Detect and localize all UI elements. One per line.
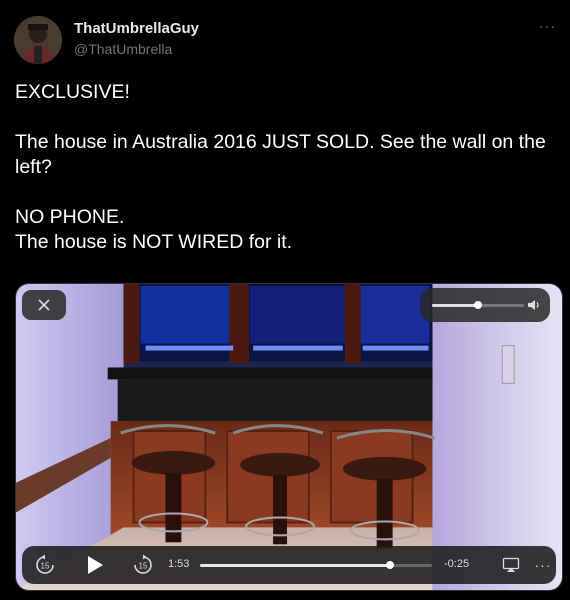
more-options-button[interactable]: ···: [530, 546, 556, 584]
more-icon: ···: [534, 557, 552, 573]
tweet-line: The house in Australia 2016 JUST SOLD. S…: [15, 131, 546, 178]
volume-icon[interactable]: [526, 297, 542, 313]
skip-back-icon: 15: [36, 554, 54, 574]
skip-forward-label: 15: [139, 562, 148, 571]
play-button[interactable]: [80, 546, 110, 584]
video-player[interactable]: 15 15 1:53 -0:25 ···: [15, 283, 563, 591]
elapsed-time: 1:53: [168, 558, 190, 570]
airplay-icon: [502, 557, 520, 572]
skip-back-label: 15: [41, 562, 50, 571]
remaining-time: -0:25: [444, 558, 470, 570]
progress-knob[interactable]: [386, 561, 395, 569]
close-button[interactable]: [22, 290, 66, 320]
progress-bar[interactable]: [200, 561, 432, 569]
close-icon: [38, 299, 50, 311]
user-handle[interactable]: @ThatUmbrella: [74, 41, 199, 57]
progress-fill: [200, 564, 391, 567]
airplay-button[interactable]: [498, 546, 524, 584]
volume-control[interactable]: [420, 288, 550, 322]
volume-fill: [432, 304, 478, 307]
skip-forward-button[interactable]: 15: [128, 546, 158, 584]
volume-knob[interactable]: [474, 301, 482, 309]
more-icon[interactable]: ···: [539, 18, 556, 34]
tweet-line: EXCLUSIVE!: [15, 81, 130, 103]
tweet-text: EXCLUSIVE! The house in Australia 2016 J…: [15, 80, 560, 255]
skip-forward-icon: 15: [134, 554, 152, 574]
tweet-line: NO PHONE.: [15, 206, 125, 228]
video-frame: [16, 284, 562, 590]
volume-slider[interactable]: [432, 301, 524, 309]
tweet-line: The house is NOT WIRED for it.: [15, 231, 293, 253]
video-controls: 15 15 1:53 -0:25 ···: [22, 546, 556, 584]
tweet-header: ThatUmbrellaGuy @ThatUmbrella ···: [14, 14, 558, 66]
avatar[interactable]: [14, 16, 62, 64]
play-icon: [88, 556, 103, 574]
skip-back-button[interactable]: 15: [30, 546, 60, 584]
display-name[interactable]: ThatUmbrellaGuy: [74, 20, 199, 37]
